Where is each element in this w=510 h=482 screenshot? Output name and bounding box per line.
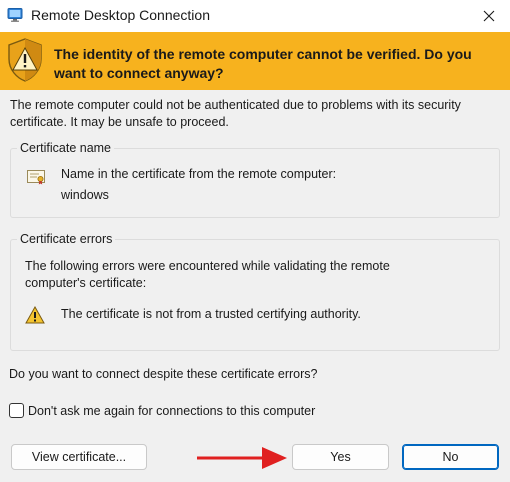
- intro-text: The remote computer could not be authent…: [10, 98, 461, 129]
- warning-triangle-icon: [25, 306, 45, 324]
- warning-message: The identity of the remote computer cann…: [54, 46, 472, 81]
- certificate-name-label: Name in the certificate from the remote …: [61, 167, 337, 181]
- dont-ask-again-label[interactable]: Don't ask me again for connections to th…: [28, 404, 315, 418]
- shield-warning-icon: [8, 38, 42, 82]
- certificate-icon: [27, 170, 45, 185]
- close-button[interactable]: [468, 0, 510, 32]
- warning-banner: The identity of the remote computer cann…: [0, 32, 510, 90]
- certificate-name-value: windows: [61, 188, 109, 202]
- no-button[interactable]: No: [402, 444, 499, 470]
- title-bar: Remote Desktop Connection: [0, 0, 510, 32]
- dont-ask-again-checkbox[interactable]: [9, 403, 24, 418]
- view-certificate-button[interactable]: View certificate...: [11, 444, 147, 470]
- error-item: The certificate is not from a trusted ce…: [61, 307, 361, 321]
- group-title: Certificate errors: [17, 231, 116, 247]
- connect-question: Do you want to connect despite these cer…: [9, 367, 318, 381]
- window-title: Remote Desktop Connection: [31, 7, 210, 23]
- certificate-name-group: Certificate name Name in the certificate…: [10, 140, 500, 218]
- errors-description: The following errors were encountered wh…: [25, 259, 390, 290]
- certificate-errors-group: Certificate errors The following errors …: [10, 231, 500, 351]
- dont-ask-again-row[interactable]: Don't ask me again for connections to th…: [9, 403, 315, 418]
- remote-desktop-icon: [7, 8, 23, 22]
- group-title: Certificate name: [17, 140, 115, 156]
- yes-button[interactable]: Yes: [292, 444, 389, 470]
- close-icon: [483, 10, 495, 22]
- red-arrow-annotation: [197, 447, 287, 469]
